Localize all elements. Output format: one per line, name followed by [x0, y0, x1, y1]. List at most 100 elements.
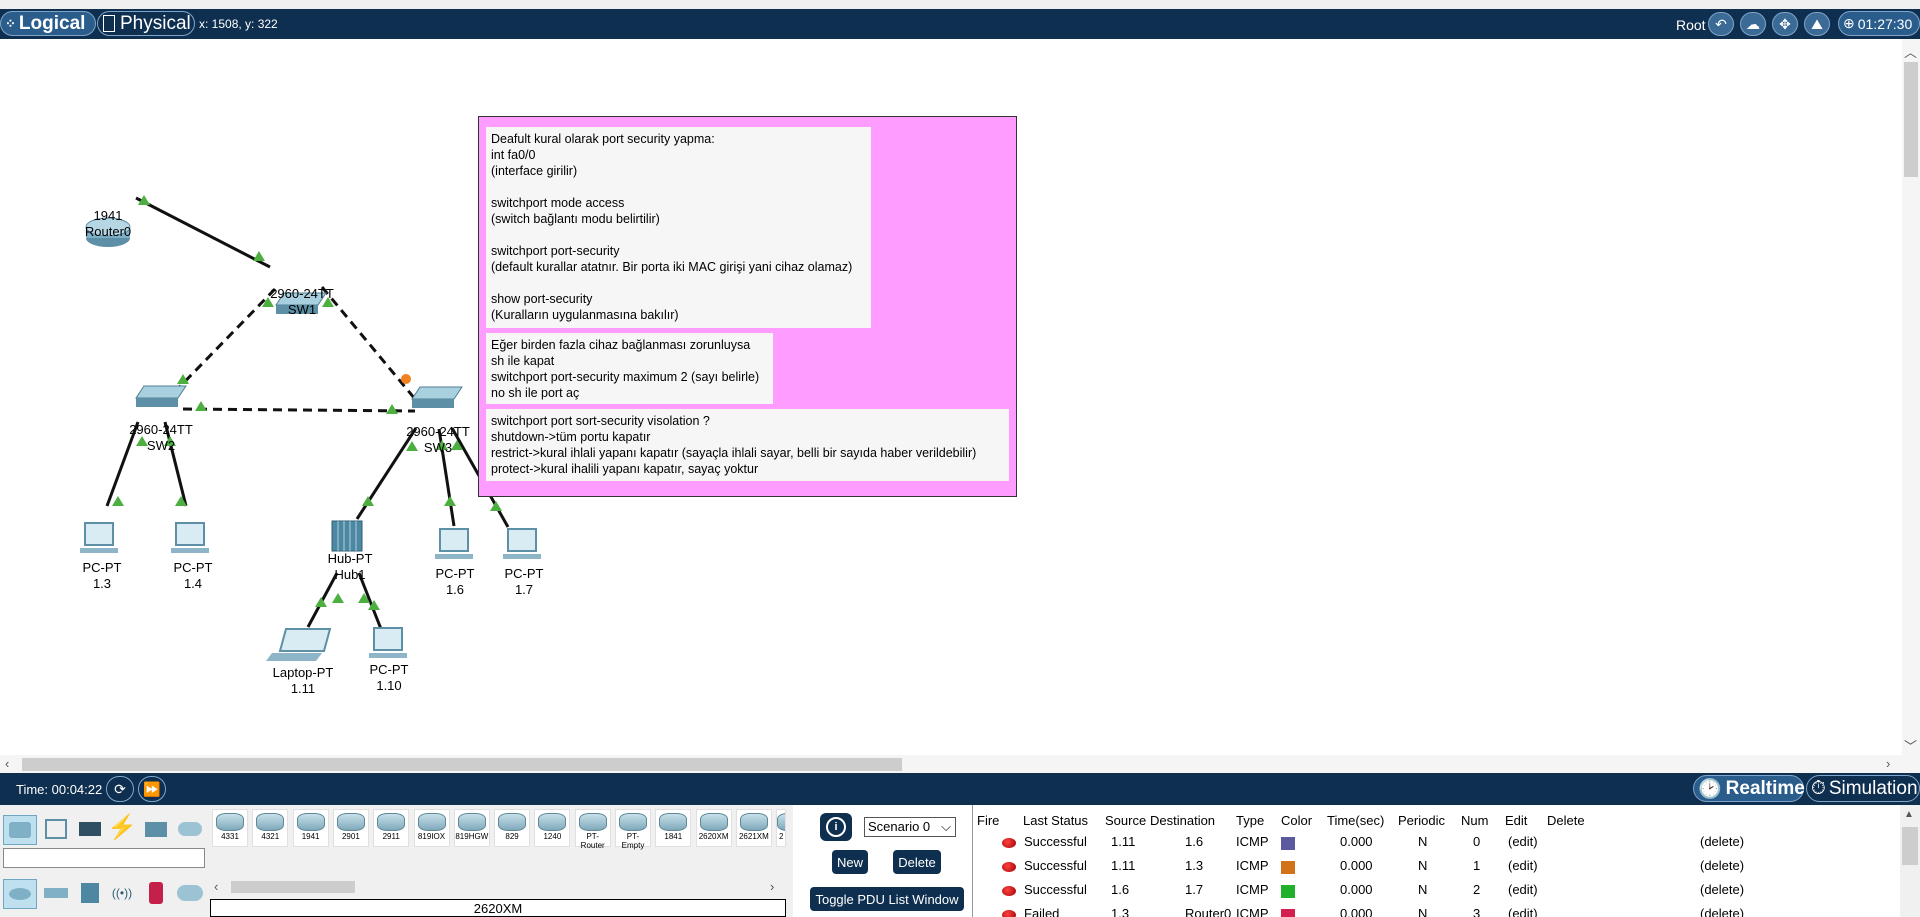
device-tile[interactable]: 2911	[373, 809, 410, 847]
pdu-header[interactable]: Periodic	[1398, 813, 1445, 828]
simulation-time: Time: 00:04:22	[16, 782, 103, 797]
scenario-info-icon[interactable]: i	[820, 813, 852, 841]
pdu-delete-link[interactable]: (delete)	[1700, 858, 1744, 873]
logical-workspace[interactable]: 1941 Router0 2960-24TT SW1 2960-24TT SW2 29…	[0, 39, 1920, 755]
pdu-header[interactable]: Type	[1236, 813, 1264, 828]
device-tile[interactable]: 819IOX	[413, 809, 450, 847]
device-scroll-right-icon[interactable]: ›	[770, 879, 774, 894]
fire-icon[interactable]	[1002, 862, 1016, 872]
device-tile[interactable]: 2901	[332, 809, 369, 847]
scroll-right-icon[interactable]: ›	[1886, 756, 1890, 771]
power-cycle-icon[interactable]: ⟳	[106, 776, 134, 802]
device-tile[interactable]: 4321	[252, 809, 289, 847]
network-devices-icon[interactable]	[3, 815, 37, 845]
routers-icon[interactable]	[3, 879, 37, 909]
pc110-label[interactable]: PC-PT 1.10	[370, 662, 409, 694]
pdu-header[interactable]: Destination	[1150, 813, 1215, 828]
hub1-label[interactable]: Hub-PT Hub1	[328, 551, 373, 583]
device-tile[interactable]: 1841	[655, 809, 692, 847]
pdu-header[interactable]: Last Status	[1023, 813, 1088, 828]
end-devices-icon[interactable]	[40, 815, 72, 843]
background-image-icon[interactable]: ⛰	[1804, 12, 1830, 36]
scroll-down-icon[interactable]: ﹀	[1904, 736, 1917, 755]
device-list-scroll-thumb[interactable]	[231, 881, 355, 893]
simulation-mode-button[interactable]: ⏱ Simulation	[1806, 775, 1920, 802]
fire-icon[interactable]	[1002, 910, 1016, 917]
fire-icon[interactable]	[1002, 886, 1016, 896]
wan-emulation-icon[interactable]	[174, 879, 206, 907]
workspace-horizontal-thumb[interactable]	[22, 758, 902, 771]
pc16-label[interactable]: PC-PT 1.6	[436, 566, 475, 598]
device-tile[interactable]: 1941	[292, 809, 329, 847]
pdu-header[interactable]: Edit	[1505, 813, 1527, 828]
device-search-input[interactable]	[3, 848, 205, 868]
device-tile[interactable]: 2	[776, 809, 787, 847]
pdu-header[interactable]: Fire	[977, 813, 999, 828]
scroll-left-icon[interactable]: ‹	[5, 756, 9, 771]
physical-view-tab[interactable]: Physical	[97, 11, 195, 36]
scroll-up-icon[interactable]: ︿	[1904, 42, 1917, 61]
pdu-delete-link[interactable]: (delete)	[1700, 906, 1744, 917]
pdu-edit-link[interactable]: (edit)	[1508, 882, 1538, 897]
fire-icon[interactable]	[1002, 838, 1016, 848]
top-toolbar: ⁘ Logical Physical x: 1508, y: 322 Root …	[0, 9, 1920, 39]
pdu-edit-link[interactable]: (edit)	[1508, 906, 1538, 917]
pdu-header[interactable]: Source	[1105, 813, 1146, 828]
device-tile[interactable]: PT-Empty	[615, 809, 651, 850]
components-icon[interactable]	[74, 815, 106, 843]
miscellaneous-icon[interactable]	[140, 815, 172, 843]
multiuser-icon[interactable]	[174, 815, 206, 843]
toggle-pdu-list-button[interactable]: Toggle PDU List Window	[810, 887, 964, 911]
pc14-label[interactable]: PC-PT 1.4	[174, 560, 213, 592]
note-port-security-default[interactable]: Deafult kural olarak port security yapma…	[486, 127, 871, 328]
device-tile[interactable]: 829	[494, 809, 531, 847]
router0-label[interactable]: 1941 Router0	[85, 208, 131, 240]
realtime-mode-button[interactable]: 🕑 Realtime	[1693, 775, 1805, 802]
device-tile[interactable]: 4331	[212, 809, 248, 847]
pdu-header[interactable]: Delete	[1547, 813, 1585, 828]
pdu-type: ICMP	[1236, 858, 1269, 873]
viewport-clock[interactable]: ⊕ 01:27:30	[1838, 11, 1920, 36]
cluster-icon[interactable]: ☁	[1740, 12, 1766, 36]
note-container[interactable]: Deafult kural olarak port security yapma…	[478, 116, 1017, 497]
device-tile[interactable]: 2620XM	[695, 809, 732, 847]
pc13-label[interactable]: PC-PT 1.3	[83, 560, 122, 592]
laptop111-label[interactable]: Laptop-PT 1.11	[273, 665, 334, 697]
pdu-edit-link[interactable]: (edit)	[1508, 858, 1538, 873]
pdu-header[interactable]: Time(sec)	[1327, 813, 1384, 828]
device-tile[interactable]: 819HGW	[453, 809, 490, 847]
new-scenario-button[interactable]: New	[832, 850, 868, 874]
device-tile[interactable]: 1240	[534, 809, 571, 847]
pdu-list-scroll-thumb[interactable]	[1902, 827, 1918, 865]
sw3-label[interactable]: 2960-24TT SW3	[406, 424, 470, 456]
pdu-header[interactable]: Color	[1281, 813, 1312, 828]
sw1-label[interactable]: 2960-24TT SW1	[270, 286, 334, 318]
pdu-delete-link[interactable]: (delete)	[1700, 882, 1744, 897]
note-violation[interactable]: switchport port sort-security visolation…	[486, 409, 1009, 481]
workspace-vertical-thumb[interactable]	[1904, 62, 1918, 177]
scenario-select[interactable]: Scenario 0 ⌵	[864, 817, 956, 837]
pdu-scroll-up-icon[interactable]: ▲	[1904, 809, 1914, 820]
logical-view-tab[interactable]: ⁘ Logical	[0, 11, 96, 36]
wireless-devices-icon[interactable]: ((•))	[106, 879, 138, 907]
delete-scenario-button[interactable]: Delete	[893, 850, 941, 874]
security-icon[interactable]	[140, 879, 172, 907]
back-icon[interactable]: ↶	[1708, 12, 1734, 36]
pc17-label[interactable]: PC-PT 1.7	[505, 566, 544, 598]
connections-icon[interactable]: ⚡	[106, 813, 138, 841]
move-object-icon[interactable]: ✥	[1772, 12, 1798, 36]
pdu-edit-link[interactable]: (edit)	[1508, 834, 1538, 849]
pdu-header[interactable]: Num	[1461, 813, 1488, 828]
hubs-icon[interactable]	[74, 879, 106, 907]
pdu-delete-link[interactable]: (delete)	[1700, 834, 1744, 849]
pdu-time: 0.000	[1340, 858, 1373, 873]
fast-forward-icon[interactable]: ⏩	[138, 776, 166, 802]
sw2-label[interactable]: 2960-24TT SW2	[129, 422, 193, 454]
note-maximum[interactable]: Eğer birden fazla cihaz bağlanması zorun…	[486, 333, 773, 404]
device-scroll-left-icon[interactable]: ‹	[214, 879, 218, 894]
switches-icon[interactable]	[40, 879, 72, 907]
sw3-model: 2960-24TT	[406, 424, 470, 439]
pdu-num: 3	[1473, 906, 1481, 917]
device-tile[interactable]: PT-Router	[574, 809, 611, 850]
device-tile[interactable]: 2621XM	[735, 809, 772, 847]
